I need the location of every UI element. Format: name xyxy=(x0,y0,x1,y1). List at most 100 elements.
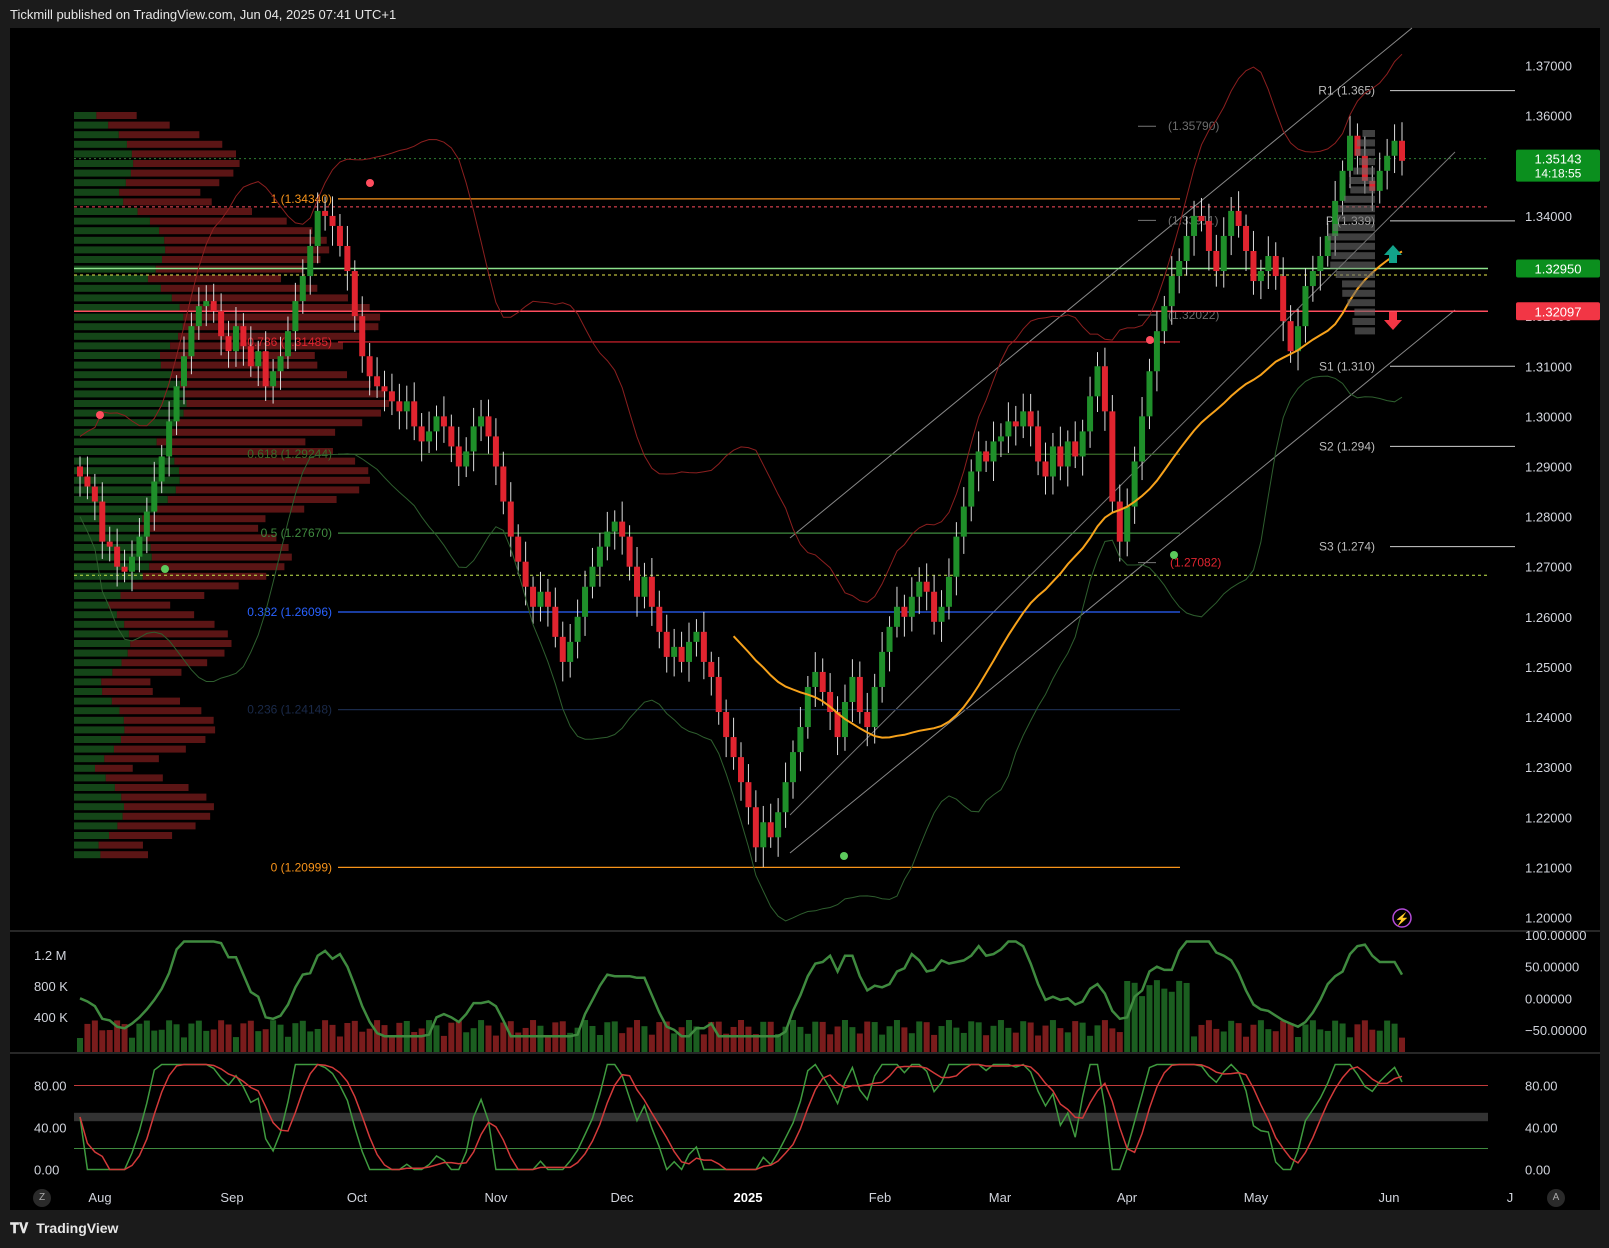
candle-down xyxy=(700,631,707,662)
volume-profile-down-bar xyxy=(183,409,381,417)
volume-bar xyxy=(381,1025,388,1052)
candle-up xyxy=(582,586,589,617)
level-label: (1.27082) xyxy=(1170,556,1221,570)
volume-tick: 1.2 M xyxy=(34,948,67,963)
volume-bar xyxy=(1072,1021,1079,1052)
candle-down xyxy=(507,501,514,537)
volume-profile-down-bar xyxy=(123,803,214,811)
volume-bar xyxy=(1168,991,1175,1052)
volume-profile-up-bar xyxy=(74,486,176,494)
auto-scale-button[interactable]: A xyxy=(1547,1189,1565,1207)
candle-down xyxy=(767,822,774,838)
candle-down xyxy=(247,346,254,367)
volume-profile-down-bar xyxy=(119,188,201,196)
volume-profile-up-bar xyxy=(74,323,183,331)
candle-up xyxy=(1317,256,1324,272)
candle-up xyxy=(1302,286,1309,327)
volume-bar xyxy=(1213,1028,1220,1052)
volume-profile-down-bar xyxy=(123,198,212,206)
candle-up xyxy=(277,356,284,372)
y-axis-tick: 1.34000 xyxy=(1525,209,1572,224)
volume-profile-up-bar xyxy=(74,822,118,830)
volume-profile-up-bar xyxy=(74,841,99,849)
volume-bar xyxy=(1131,982,1138,1052)
pivot-low-marker xyxy=(161,565,169,573)
volume-bar xyxy=(463,1032,470,1052)
volume-bar xyxy=(931,1034,938,1052)
candle-up xyxy=(567,641,574,662)
candle-up xyxy=(1087,396,1094,432)
volume-bar xyxy=(856,1033,863,1052)
candle-down xyxy=(440,416,447,427)
volume-bar xyxy=(351,1020,358,1052)
candle-up xyxy=(945,576,952,607)
candle-up xyxy=(158,456,165,482)
volume-profile-down-bar xyxy=(130,169,234,177)
candle-up xyxy=(1391,140,1398,156)
volume-profile-down-bar xyxy=(126,140,223,148)
volume-bar xyxy=(953,1027,960,1052)
volume-profile-up-bar xyxy=(74,640,131,647)
y-axis-tick: 1.23000 xyxy=(1525,760,1572,775)
candle-up xyxy=(270,371,277,387)
fib-level-label: 0.618 (1.29244) xyxy=(247,447,332,461)
volume-profile-down-bar xyxy=(108,121,170,129)
volume-profile-down-bar xyxy=(179,476,370,484)
y-axis-tick: 1.20000 xyxy=(1525,910,1572,925)
candle-down xyxy=(1399,140,1405,161)
candle-up xyxy=(1265,256,1272,272)
tradingview-logo[interactable]: 𝐓𝐕 TradingView xyxy=(10,1220,118,1237)
candle-up xyxy=(166,421,173,457)
x-axis-tick: Dec xyxy=(610,1190,634,1205)
volume-profile-up-bar xyxy=(74,688,103,695)
volume-bar xyxy=(143,1020,150,1052)
candle-up xyxy=(849,676,856,702)
session-volume-bar xyxy=(1332,224,1375,231)
volume-profile-up-bar xyxy=(74,208,138,215)
volume-profile-down-bar xyxy=(185,390,386,398)
candle-up xyxy=(938,606,945,622)
volume-profile-up-bar xyxy=(74,726,125,734)
stoch-tick-right: 40.00 xyxy=(1525,1121,1558,1136)
volume-bar xyxy=(1042,1025,1049,1052)
candle-down xyxy=(1101,366,1108,412)
candle-down xyxy=(559,636,566,662)
candle-down xyxy=(329,215,336,226)
x-axis-tick: Oct xyxy=(347,1190,368,1205)
volume-bar xyxy=(359,1031,366,1052)
candle-up xyxy=(1191,215,1198,236)
candle-up xyxy=(1049,446,1056,477)
volume-profile-down-bar xyxy=(128,630,228,638)
volume-bar xyxy=(433,1025,440,1052)
volume-bar xyxy=(173,1024,180,1052)
candle-down xyxy=(1109,411,1116,502)
volume-bar xyxy=(975,1022,982,1052)
volume-profile-down-bar xyxy=(105,774,163,782)
volume-bar xyxy=(492,1035,499,1052)
candle-down xyxy=(114,546,121,567)
session-volume-bar xyxy=(1358,158,1375,166)
volume-profile-down-bar xyxy=(114,784,189,791)
candle-down xyxy=(522,561,529,587)
candle-down xyxy=(374,376,381,387)
volume-bar xyxy=(968,1021,975,1052)
volume-bar xyxy=(841,1020,848,1052)
candle-up xyxy=(960,506,967,537)
volume-bar xyxy=(166,1020,173,1052)
candle-down xyxy=(901,606,908,617)
volume-profile-down-bar xyxy=(125,179,220,187)
candle-up xyxy=(893,606,900,627)
volume-bar xyxy=(834,1026,841,1052)
volume-bar xyxy=(604,1022,611,1052)
session-volume-bar xyxy=(1331,252,1375,260)
candle-down xyxy=(240,326,247,347)
volume-profile-up-bar xyxy=(74,774,106,782)
volume-bar xyxy=(730,1026,737,1052)
candle-down xyxy=(648,576,655,607)
candle-down xyxy=(544,591,551,607)
candle-up xyxy=(1146,371,1153,417)
candle-up xyxy=(203,301,210,307)
chart-canvas[interactable]: 1.370001.360001.350001.340001.330001.320… xyxy=(0,0,1609,1248)
volume-bar xyxy=(1265,1029,1272,1052)
zoom-reset-button[interactable]: Z xyxy=(33,1189,51,1207)
